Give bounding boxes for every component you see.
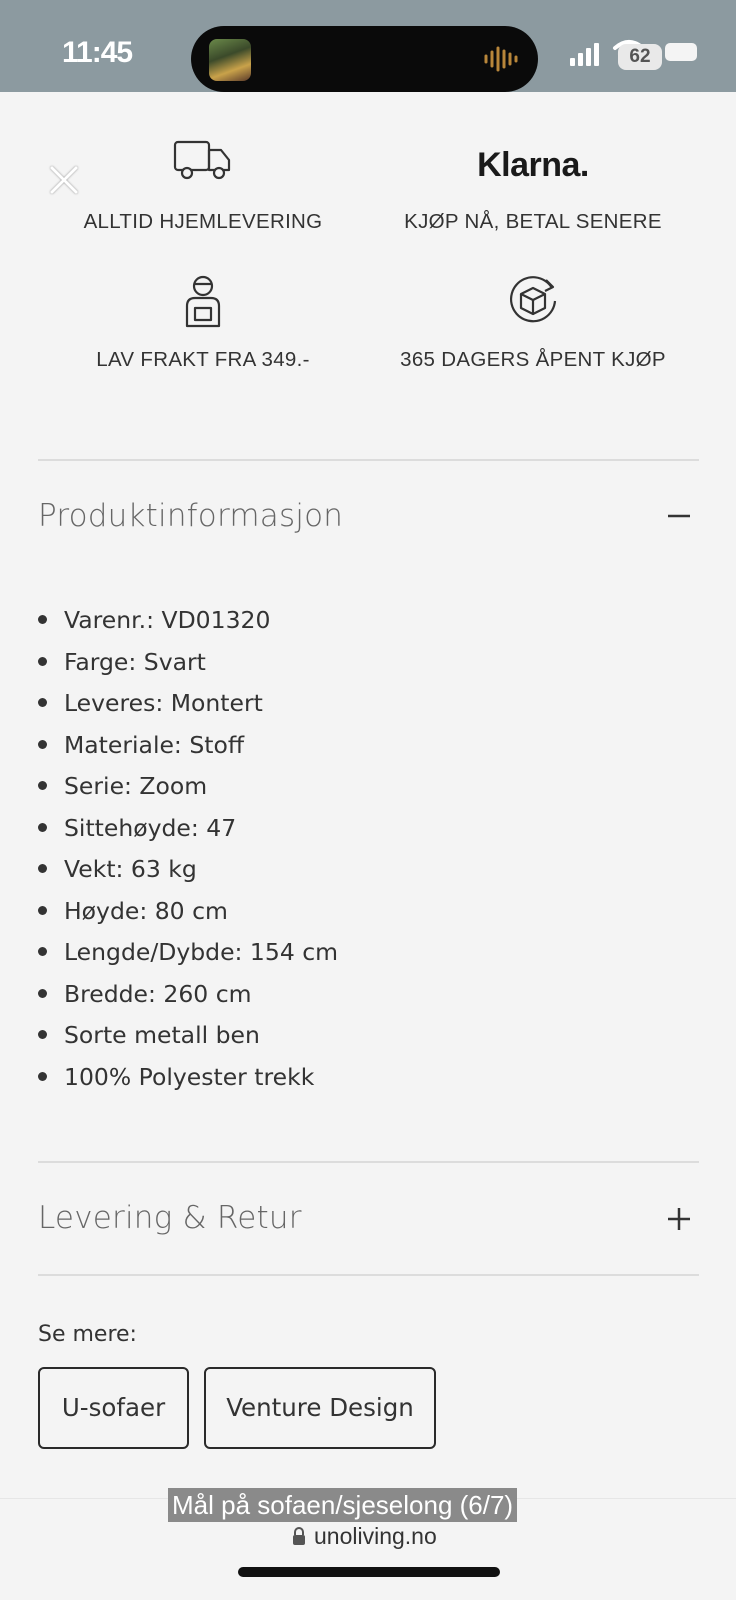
bullet	[38, 905, 47, 915]
address-bar[interactable]: unoliving.no	[292, 1522, 437, 1550]
chip-u-sofaer[interactable]: U-sofaer	[38, 1367, 189, 1449]
klarna-label: KJØP NÅ, BETAL SENERE	[404, 210, 662, 233]
home-indicator[interactable]	[238, 1567, 500, 1577]
collapse-minus-icon[interactable]	[664, 501, 694, 531]
list-item: Bredde: 260 cm	[38, 976, 338, 1018]
signal-icon	[570, 43, 599, 66]
list-item: Vekt: 63 kg	[38, 851, 338, 893]
list-item: Materiale: Stoff	[38, 727, 338, 769]
list-item: Lengde/Dybde: 154 cm	[38, 934, 338, 976]
bullet	[38, 781, 47, 790]
bullet	[38, 822, 47, 832]
waveform-icon	[484, 46, 518, 72]
bullet	[38, 739, 47, 749]
bullet	[38, 1071, 47, 1081]
bullet	[38, 988, 47, 998]
delivery-truck-icon	[173, 140, 231, 180]
album-art[interactable]	[209, 39, 251, 81]
list-item: 100% Polyester trekk	[38, 1059, 338, 1101]
bullet	[38, 1030, 47, 1039]
delivery-person-icon	[185, 275, 221, 328]
feature-home-delivery: ALLTID HJEMLEVERING	[78, 138, 328, 234]
bullet	[38, 864, 47, 873]
divider	[38, 459, 699, 461]
shipping-label: LAV FRAKT FRA 349.-	[96, 348, 310, 371]
feature-open-purchase: 365 DAGERS ÅPENT KJØP	[393, 274, 673, 372]
divider	[38, 1161, 699, 1163]
returns-label: 365 DAGERS ÅPENT KJØP	[400, 348, 666, 371]
list-item: Leveres: Montert	[38, 685, 338, 727]
list-item: Farge: Svart	[38, 644, 338, 686]
divider	[38, 1274, 699, 1276]
delivery-label: ALLTID HJEMLEVERING	[83, 210, 323, 233]
bullet	[38, 656, 47, 666]
feature-low-shipping: LAV FRAKT FRA 349.-	[78, 274, 328, 372]
list-item: Sittehøyde: 47	[38, 810, 338, 852]
status-bar: 11:45 62	[0, 0, 736, 92]
bullet	[38, 698, 47, 707]
battery-level: 62	[618, 44, 662, 70]
expand-plus-icon[interactable]	[664, 1204, 694, 1234]
close-icon[interactable]	[46, 162, 82, 198]
clock: 11:45	[62, 36, 133, 69]
product-spec-list: Varenr.: VD01320 Farge: Svart Leveres: M…	[38, 602, 338, 1100]
url-text: unoliving.no	[314, 1522, 437, 1549]
battery-icon	[665, 43, 697, 61]
accordion-product-info-title[interactable]: Produktinformasjon	[38, 498, 343, 534]
klarna-logo: Klarna.	[477, 146, 589, 184]
chip-venture-design[interactable]: Venture Design	[204, 1367, 436, 1449]
lock-icon	[293, 1527, 305, 1545]
bullet	[38, 947, 47, 956]
list-item: Serie: Zoom	[38, 768, 338, 810]
feature-klarna: Klarna. KJØP NÅ, BETAL SENERE	[398, 140, 668, 234]
see-more-label: Se mere:	[38, 1322, 137, 1347]
accordion-delivery-return-title[interactable]: Levering & Retur	[38, 1200, 302, 1236]
return-box-icon	[510, 276, 557, 323]
list-item: Sorte metall ben	[38, 1017, 338, 1059]
dynamic-island[interactable]	[191, 26, 538, 92]
list-item: Høyde: 80 cm	[38, 893, 338, 935]
video-caption: Mål på sofaen/sjeselong (6/7)	[168, 1488, 518, 1522]
list-item: Varenr.: VD01320	[38, 602, 338, 644]
bullet	[38, 615, 47, 624]
